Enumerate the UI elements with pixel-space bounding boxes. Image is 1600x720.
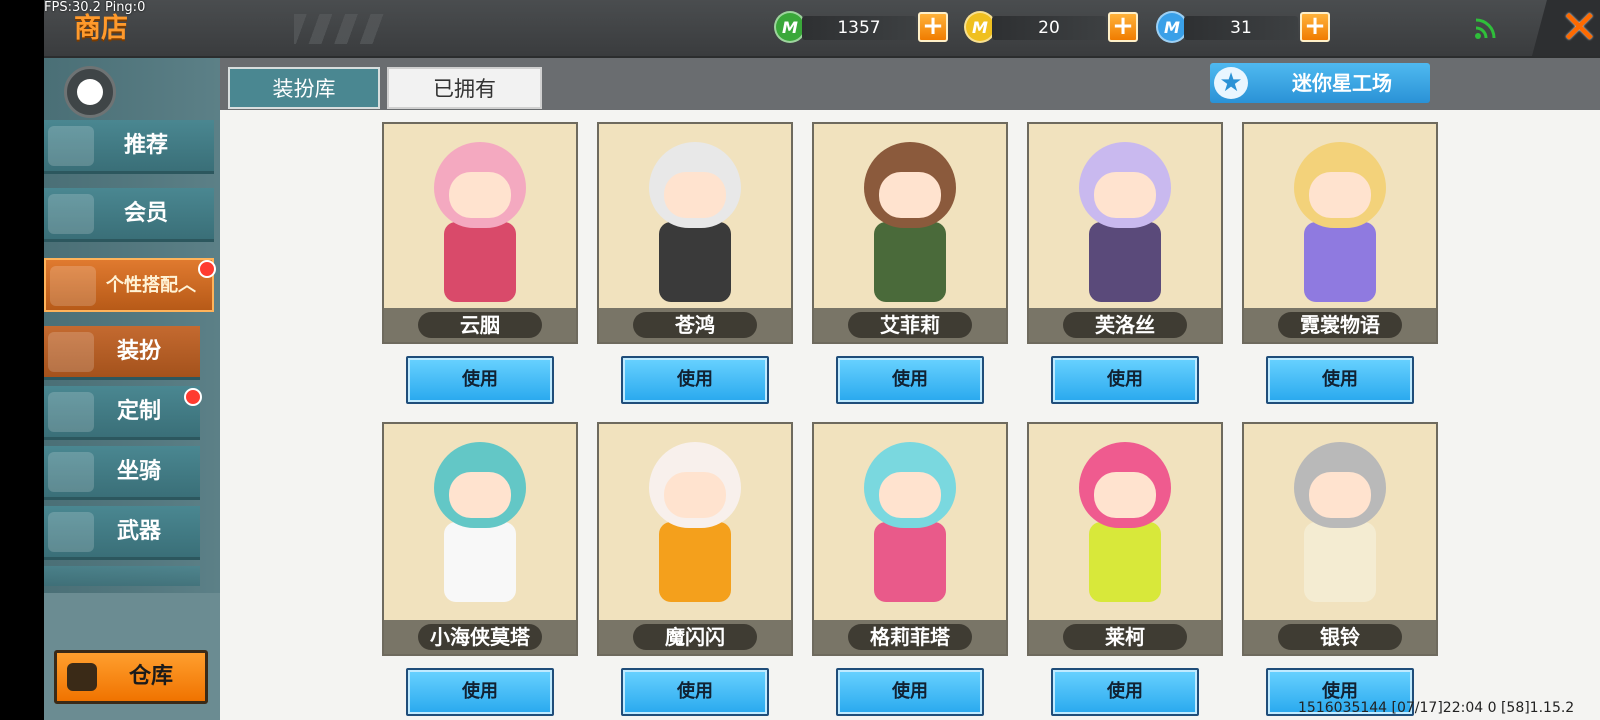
use-button[interactable]: 使用 (1051, 356, 1199, 404)
use-button[interactable]: 使用 (836, 356, 984, 404)
skin-preview-image (1280, 142, 1400, 312)
mini-workshop-button[interactable]: ★ 迷你星工场 (1210, 63, 1430, 103)
shop-app: 商店 M 1357 + M 20 + M 31 + ✕ FPS:30.2 Pin… (44, 0, 1600, 720)
skin-preview-image (420, 442, 540, 612)
sidebar-item-label: 推荐 (123, 133, 168, 158)
sidebar-item-vip[interactable]: 会员 (44, 188, 214, 242)
skin-name: 苍鸿 (675, 313, 715, 337)
skin-card[interactable]: 苍鸿 (597, 122, 793, 344)
skin-name: 芙洛丝 (1095, 313, 1155, 337)
skin-name: 魔闪闪 (665, 625, 725, 649)
use-button[interactable]: 使用 (621, 668, 769, 716)
use-button[interactable]: 使用 (406, 356, 554, 404)
add-blue-coins-button[interactable]: + (1300, 12, 1330, 42)
sidebar-item-recommend[interactable]: 推荐 (44, 120, 214, 174)
add-gold-coins-button[interactable]: + (1108, 12, 1138, 42)
skin-card[interactable]: 芙洛丝 (1027, 122, 1223, 344)
skin-card[interactable]: 格莉菲塔 (812, 422, 1008, 656)
currency-value: 20 (992, 16, 1106, 40)
warehouse-button[interactable]: 仓库 (54, 650, 208, 704)
use-button[interactable]: 使用 (1051, 668, 1199, 716)
sidebar-item-mount[interactable]: 坐骑 (44, 446, 200, 500)
chest-icon (67, 663, 97, 691)
sidebar-item-label: 定制 (116, 399, 161, 424)
sidebar: 推荐 会员 个性搭配︿ 装扮 定制 坐骑 武器 仓库 (44, 58, 220, 720)
skin-name: 格莉菲塔 (870, 625, 950, 649)
tab-outfit-library[interactable]: 装扮库 (228, 67, 380, 109)
skin-preview-image (1065, 142, 1185, 312)
skin-name: 莱柯 (1105, 625, 1145, 649)
skin-name: 艾菲莉 (880, 313, 940, 337)
workshop-label: 迷你星工场 (1292, 71, 1392, 95)
currency-value: 1357 (802, 16, 916, 40)
skin-card[interactable]: 霓裳物语 (1242, 122, 1438, 344)
skin-card[interactable]: 魔闪闪 (597, 422, 793, 656)
skin-preview-image (635, 142, 755, 312)
close-icon: ✕ (1560, 0, 1599, 54)
use-button[interactable]: 使用 (406, 668, 554, 716)
sidebar-item-label: 武器 (116, 519, 161, 544)
sidebar-item-label: 个性搭配︿ (106, 275, 196, 296)
skin-preview-image (850, 142, 970, 312)
skin-preview-image (635, 442, 755, 612)
skin-card[interactable]: 艾菲莉 (812, 122, 1008, 344)
skin-card[interactable]: 小海侠莫塔 (382, 422, 578, 656)
skin-grid: 云胭 使用 苍鸿 使用 艾菲莉 使用 芙洛丝 使用 霓裳物语 使用 小海侠莫塔 使用 魔闪闪 使用 格莉菲塔… (220, 110, 1600, 720)
sidebar-item-label: 会员 (123, 201, 168, 226)
build-info: 1516035144 [07/17]22:04 0 [58]1.15.2 (1298, 700, 1575, 716)
tab-owned[interactable]: 已拥有 (387, 67, 542, 109)
skin-card[interactable]: 云胭 (382, 122, 578, 344)
sidebar-item-label: 装扮 (116, 339, 161, 364)
skin-name: 银铃 (1320, 625, 1360, 649)
sidebar-item-outfit[interactable]: 装扮 (44, 326, 200, 380)
notification-dot (198, 260, 216, 278)
warehouse-label: 仓库 (128, 664, 173, 689)
close-button[interactable]: ✕ (1532, 0, 1600, 56)
skin-preview-image (850, 442, 970, 612)
skin-name: 云胭 (460, 313, 500, 337)
sidebar-item-personal-style[interactable]: 个性搭配︿ (44, 258, 214, 312)
add-green-gems-button[interactable]: + (918, 12, 948, 42)
use-button[interactable]: 使用 (836, 668, 984, 716)
skin-card[interactable]: 银铃 (1242, 422, 1438, 656)
decorative-stripes (294, 14, 384, 44)
skin-name: 霓裳物语 (1300, 313, 1380, 337)
skin-name: 小海侠莫塔 (430, 625, 530, 649)
sidebar-item-weapon[interactable]: 武器 (44, 506, 200, 560)
currency-value: 31 (1184, 16, 1298, 40)
sidebar-item-custom[interactable]: 定制 (44, 386, 200, 440)
skin-preview-image (1280, 442, 1400, 612)
sidebar-item-more[interactable] (44, 566, 200, 586)
toggle-button[interactable] (64, 66, 116, 118)
skin-preview-image (1065, 442, 1185, 612)
skin-card[interactable]: 莱柯 (1027, 422, 1223, 656)
use-button[interactable]: 使用 (1266, 356, 1414, 404)
wifi-signal-icon (1475, 18, 1496, 39)
use-button[interactable]: 使用 (621, 356, 769, 404)
top-bar: 商店 M 1357 + M 20 + M 31 + ✕ FPS:30.2 Pin… (44, 0, 1600, 58)
fps-ping-readout: FPS:30.2 Ping:0 (44, 0, 146, 15)
star-icon: ★ (1214, 67, 1248, 99)
sidebar-item-label: 坐骑 (116, 459, 161, 484)
tabs-row: 装扮库 已拥有 ★ 迷你星工场 (220, 58, 1600, 110)
skin-preview-image (420, 142, 540, 312)
notification-dot (184, 388, 202, 406)
